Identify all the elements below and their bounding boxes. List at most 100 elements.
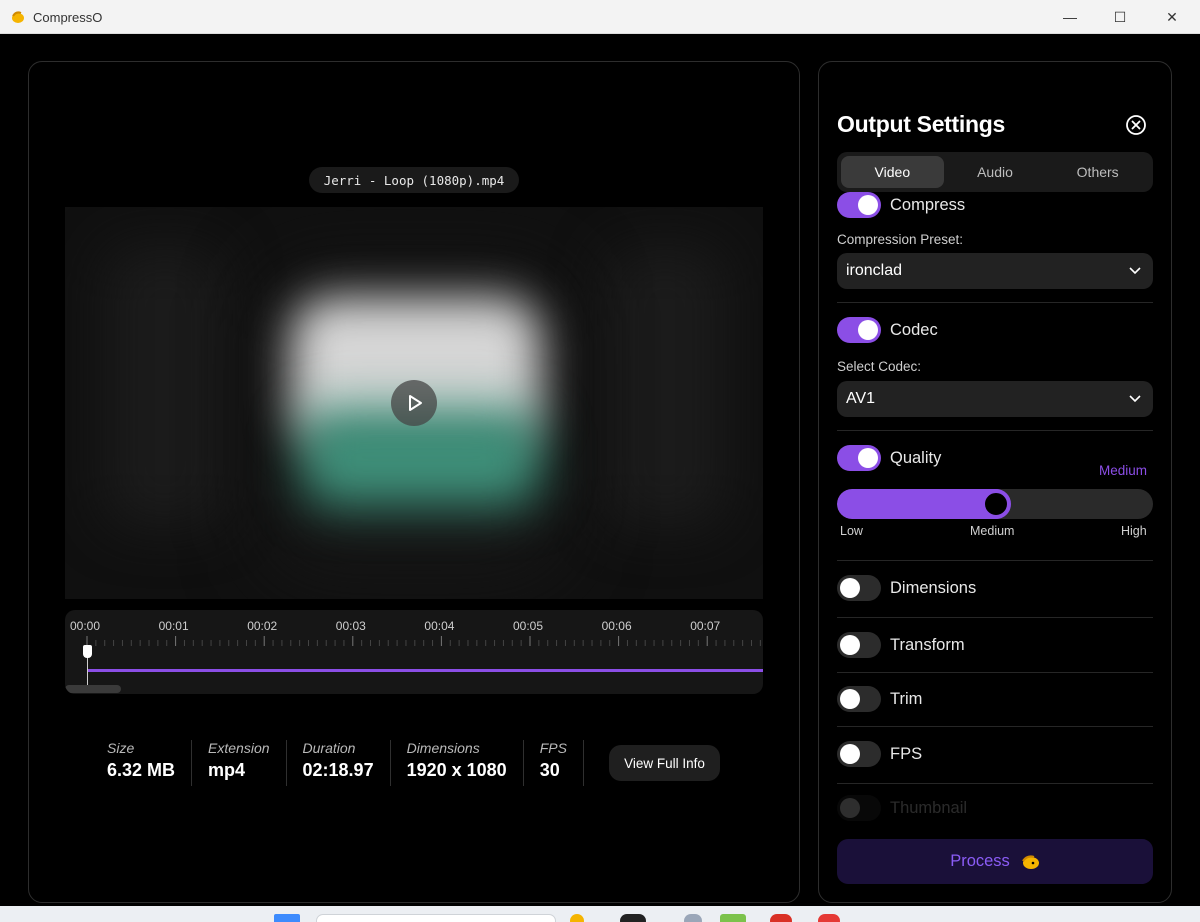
timeline-tick-label: 00:04 [424,619,455,633]
codec-toggle-row: Codec [837,317,938,343]
settings-tabs: Video Audio Others [837,152,1153,192]
info-size-label: Size [107,740,135,756]
info-dimensions: Dimensions 1920 x 1080 [391,740,524,786]
close-settings-icon[interactable] [1125,114,1147,136]
trim-toggle[interactable] [837,686,881,712]
divider [837,726,1153,727]
chevron-down-icon [1129,267,1141,275]
playhead-handle[interactable] [83,645,92,658]
compress-label: Compress [890,195,966,214]
app-logo-icon [12,11,24,23]
info-size-value: 6.32 MB [107,760,176,780]
trim-label: Trim [890,689,923,708]
transform-toggle[interactable] [837,632,881,658]
folder-icon[interactable] [570,914,584,922]
quality-toggle-knob [858,448,878,468]
compresso-logo-icon [1021,854,1039,869]
trim-toggle-knob [840,689,860,709]
timeline-track[interactable] [87,669,763,672]
quality-toggle[interactable] [837,445,881,471]
timeline-scrollbar[interactable] [65,685,121,693]
compression-preset-select[interactable]: ironclad [837,253,1153,289]
codec-toggle-knob [858,320,878,340]
fps-toggle-knob [840,744,860,764]
transform-toggle-knob [840,635,860,655]
quality-label: Quality [890,448,942,467]
thumbnail-toggle-knob [840,798,860,818]
window-title: CompressO [33,10,103,25]
taskbar-search[interactable] [316,914,556,922]
cursor-app-icon[interactable] [684,914,702,922]
timeline-tick-label: 00:03 [335,619,366,633]
tab-video[interactable]: Video [841,156,944,188]
codec-value: AV1 [846,390,876,407]
maximize-icon: ☐ [1113,8,1127,25]
file-info-row: Size 6.32 MB Extension mp4 Duration 02:1… [107,740,584,790]
process-label: Process [950,852,1010,870]
divider [837,302,1153,303]
quality-slider[interactable] [837,489,1153,519]
compress-toggle[interactable] [837,192,881,218]
divider [837,560,1153,561]
quality-high-label: High [1121,524,1147,538]
quality-toggle-row: Quality [837,445,941,471]
tab-others[interactable]: Others [1046,156,1149,188]
quality-low-label: Low [840,524,863,538]
tab-audio[interactable]: Audio [944,156,1047,188]
view-full-info-button[interactable]: View Full Info [609,745,720,781]
timeline-tick-label: 00:07 [690,619,721,633]
timeline-tick-label: 00:00 [70,619,101,633]
red-app-icon-2[interactable] [818,914,840,922]
video-blur-right [605,247,725,527]
start-icon[interactable] [274,914,300,922]
trim-toggle-row: Trim [837,686,922,712]
thumbnail-label: Thumbnail [890,798,968,817]
fps-toggle[interactable] [837,741,881,767]
dimensions-toggle-knob [840,578,860,598]
dimensions-label: Dimensions [890,578,977,597]
codec-select[interactable]: AV1 [837,381,1153,417]
timeline-tick-label: 00:01 [158,619,189,633]
info-size: Size 6.32 MB [107,740,193,786]
compression-preset-value: ironclad [846,262,903,279]
compress-toggle-knob [858,195,878,215]
codec-toggle[interactable] [837,317,881,343]
divider [837,672,1153,673]
video-blur-left [105,247,225,527]
fps-toggle-row: FPS [837,741,922,767]
red-app-icon[interactable] [770,914,792,922]
info-duration-label: Duration [302,740,356,756]
compress-toggle-row: Compress [837,192,965,218]
minimize-button[interactable]: — [1046,0,1094,34]
timeline[interactable]: 00:00 00:01 00:02 00:03 00:04 00:05 00:06 00:07 [65,610,763,694]
app-icon[interactable] [620,914,646,922]
minimize-icon: — [1063,9,1077,25]
timeline-tick-label: 00:02 [247,619,278,633]
taskbar [0,906,1200,922]
close-window-button[interactable]: ✕ [1148,0,1196,34]
compression-preset-label: Compression Preset: [837,232,964,247]
dimensions-toggle-row: Dimensions [837,575,976,601]
output-settings-panel: Output Settings Video Audio Others Compr… [818,61,1172,903]
dimensions-toggle[interactable] [837,575,881,601]
file-name-chip: Jerri - Loop (1080p).mp4 [309,167,519,193]
fps-label: FPS [890,744,923,763]
spreadsheet-icon[interactable] [720,914,746,922]
info-fps: FPS 30 [524,740,584,786]
thumbnail-toggle-row: Thumbnail [837,795,967,821]
app-body: Jerri - Loop (1080p).mp4 00:00 00:01 00:02… [0,34,1200,906]
divider [837,783,1153,784]
timeline-ticks [86,636,761,646]
select-codec-label: Select Codec: [837,359,922,374]
info-fps-value: 30 [539,760,560,780]
maximize-button[interactable]: ☐ [1096,0,1144,34]
info-extension: Extension mp4 [192,740,287,786]
thumbnail-toggle[interactable] [837,795,881,821]
video-preview[interactable] [65,207,763,599]
process-button[interactable]: Process [837,839,1153,884]
info-extension-label: Extension [208,740,270,756]
quality-slider-thumb[interactable] [981,489,1011,519]
play-icon [409,395,422,411]
timeline-tick-label: 00:05 [513,619,544,633]
play-button[interactable] [391,380,437,426]
